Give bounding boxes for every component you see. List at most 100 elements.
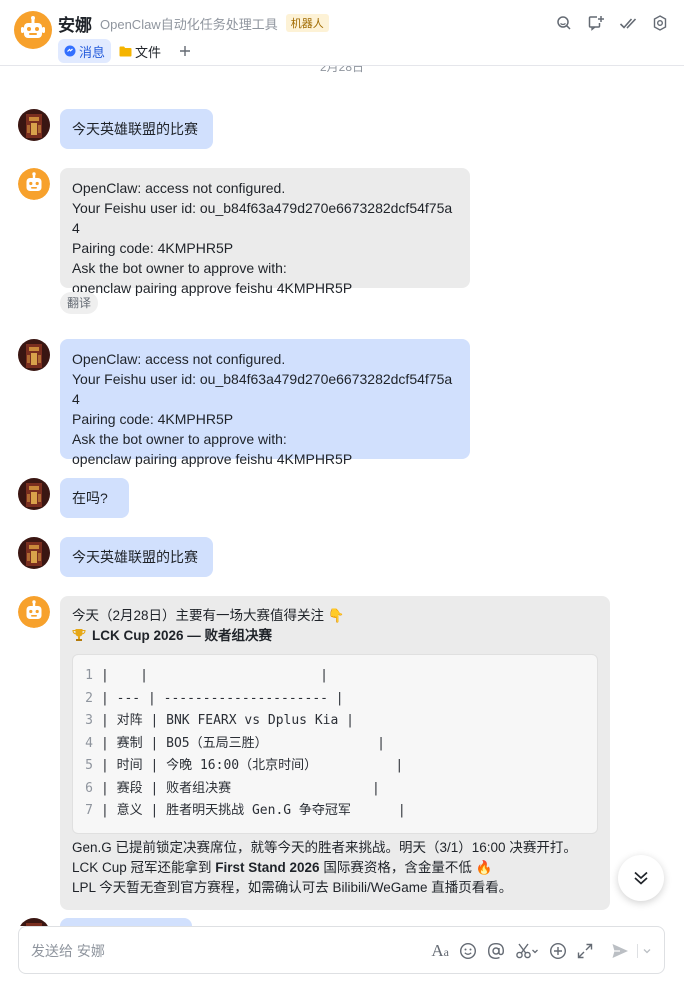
bot-avatar[interactable] [14, 11, 52, 52]
code-line-number: 2 [85, 690, 93, 706]
emoji-button[interactable] [459, 939, 477, 963]
user-avatar[interactable] [18, 109, 50, 141]
code-line: 2 | --- | --------------------- | [73, 688, 597, 711]
message-item [18, 918, 218, 926]
divider [637, 944, 638, 958]
translate-button[interactable]: 翻译 [60, 292, 99, 314]
message-bubble[interactable]: OpenClaw: access not configured. Your Fe… [60, 168, 470, 296]
send-options-button[interactable] [642, 939, 652, 963]
screenshot-icon [516, 943, 538, 959]
message-bubble[interactable]: OpenClaw: access not configured. Your Fe… [60, 339, 470, 467]
reply-text: LCK Cup 冠军还能拿到 [72, 859, 216, 875]
plus-icon [180, 46, 191, 56]
code-line-number: 1 [85, 668, 93, 683]
code-line-text: | 赛段 | 败者组决赛 | [101, 780, 380, 796]
check-marks-icon [619, 18, 637, 29]
code-line: 5 | 时间 | 今晚 16:00（北京时间） | [73, 755, 597, 778]
emoji-icon [459, 942, 477, 960]
add-chat-button[interactable] [584, 12, 608, 34]
code-line-text: | 意义 | 胜者明天挑战 Gen.G 争夺冠军 | [101, 803, 406, 818]
reply-paragraph: LPL 今天暂无查到官方赛程，如需确认可去 Bilibili/WeGame 直播… [72, 879, 513, 895]
text-format-icon: Aa [431, 941, 449, 960]
message-list[interactable]: 今天英雄联盟的比赛 OpenClaw: access not configure… [0, 66, 684, 926]
mention-icon [487, 942, 505, 960]
message-item: 今天英雄联盟的比赛 [18, 537, 218, 577]
chat-bubble-icon [64, 45, 76, 57]
add-circle-icon [549, 942, 567, 960]
code-line-number: 3 [85, 713, 93, 728]
mention-button[interactable] [487, 939, 505, 963]
message-bubble[interactable]: 在吗? [60, 478, 129, 518]
reply-heading-text: LCK Cup 2026 — 败者组决赛 [92, 628, 273, 643]
double-chevron-down-icon [634, 871, 648, 885]
message-bubble[interactable] [60, 918, 192, 926]
reply-text: 国际赛资格，含金量不低 🔥 [319, 859, 493, 875]
title-row: 安娜 OpenClaw自动化任务处理工具 机器人 [58, 12, 329, 35]
code-line-number: 5 [85, 758, 93, 773]
message-item: 今天（2月28日）主要有一场大赛值得关注 👇 LCK Cup 2026 — 败者… [18, 596, 618, 910]
trophy-icon [72, 628, 86, 648]
tab-messages[interactable]: 消息 [58, 39, 112, 63]
tab-files[interactable]: 文件 [113, 39, 167, 63]
chat-header: 安娜 OpenClaw自动化任务处理工具 机器人 消息 文件 [0, 0, 684, 66]
message-item: 在吗? [18, 478, 138, 518]
chat-title: 安娜 [58, 15, 92, 35]
composer-toolbar: Aa [421, 939, 652, 963]
message-composer: Aa [18, 926, 665, 974]
code-line-number: 7 [85, 803, 93, 818]
scroll-to-bottom-button[interactable] [618, 855, 664, 901]
code-line-text: | 时间 | 今晚 16:00（北京时间） | [101, 758, 404, 773]
rich-message-bubble[interactable]: 今天（2月28日）主要有一场大赛值得关注 👇 LCK Cup 2026 — 败者… [60, 596, 610, 910]
code-line-number: 4 [85, 735, 93, 751]
message-item: 今天英雄联盟的比赛 [18, 109, 218, 149]
code-line: 4 | 赛制 | BO5（五局三胜） | [73, 733, 597, 756]
code-line: 6 | 赛段 | 败者组决赛 | [73, 778, 597, 801]
user-avatar[interactable] [18, 478, 50, 510]
message-bubble[interactable]: 今天英雄联盟的比赛 [60, 537, 213, 577]
message-bubble[interactable]: 今天英雄联盟的比赛 [60, 109, 213, 149]
code-line: 7 | 意义 | 胜者明天挑战 Gen.G 争夺冠军 | [73, 800, 597, 823]
reply-paragraph: Gen.G 已提前锁定决赛席位，就等今天的胜者来挑战。明天（3/1）16:00 … [72, 839, 577, 855]
search-icon [557, 16, 571, 30]
add-button[interactable] [549, 939, 567, 963]
code-line-number: 6 [85, 780, 93, 796]
settings-button[interactable] [648, 12, 672, 34]
expand-button[interactable] [577, 939, 593, 963]
send-icon [612, 944, 628, 958]
screenshot-button[interactable] [515, 939, 539, 963]
user-avatar[interactable] [18, 339, 50, 371]
chat-subtitle: OpenClaw自动化任务处理工具 [100, 16, 278, 32]
tab-bar: 消息 文件 [58, 39, 197, 63]
add-chat-icon [588, 16, 604, 31]
send-button[interactable] [611, 939, 629, 963]
search-button[interactable] [552, 12, 576, 34]
code-block[interactable]: 1 | | | 2 | --- | --------------------- | 3 |… [72, 654, 598, 834]
code-line-text: | 赛制 | BO5（五局三胜） | [101, 735, 386, 751]
add-tab-button[interactable] [173, 39, 197, 63]
text-format-button[interactable]: Aa [431, 939, 449, 963]
code-line-text: | | | [101, 668, 328, 683]
reply-bold-text: First Stand 2026 [215, 859, 320, 875]
code-line: 3 | 对阵 | BNK FEARX vs Dplus Kia | [73, 710, 597, 733]
bot-avatar[interactable] [18, 168, 50, 200]
user-avatar[interactable] [18, 537, 50, 569]
reply-intro: 今天（2月28日）主要有一场大赛值得关注 👇 [72, 608, 345, 623]
bot-badge: 机器人 [285, 14, 329, 32]
expand-icon [577, 943, 593, 959]
header-actions [544, 12, 672, 34]
folder-icon [119, 46, 132, 57]
code-line: 1 | | | [73, 665, 597, 688]
message-input[interactable] [31, 939, 391, 963]
tab-messages-label: 消息 [79, 44, 106, 60]
code-line-text: | --- | --------------------- | [101, 690, 344, 706]
settings-icon [653, 15, 667, 31]
code-line-text: | 对阵 | BNK FEARX vs Dplus Kia | [101, 713, 354, 728]
message-item: OpenClaw: access not configured. Your Fe… [18, 339, 478, 467]
reply-heading: LCK Cup 2026 — 败者组决赛 [72, 626, 598, 648]
mark-read-button[interactable] [616, 12, 640, 34]
reply-paragraph: LCK Cup 冠军还能拿到 First Stand 2026 国际赛资格，含金… [72, 858, 598, 878]
tab-files-label: 文件 [135, 44, 162, 60]
user-avatar[interactable] [18, 918, 50, 926]
bot-avatar[interactable] [18, 596, 50, 628]
chevron-down-icon [643, 949, 651, 954]
